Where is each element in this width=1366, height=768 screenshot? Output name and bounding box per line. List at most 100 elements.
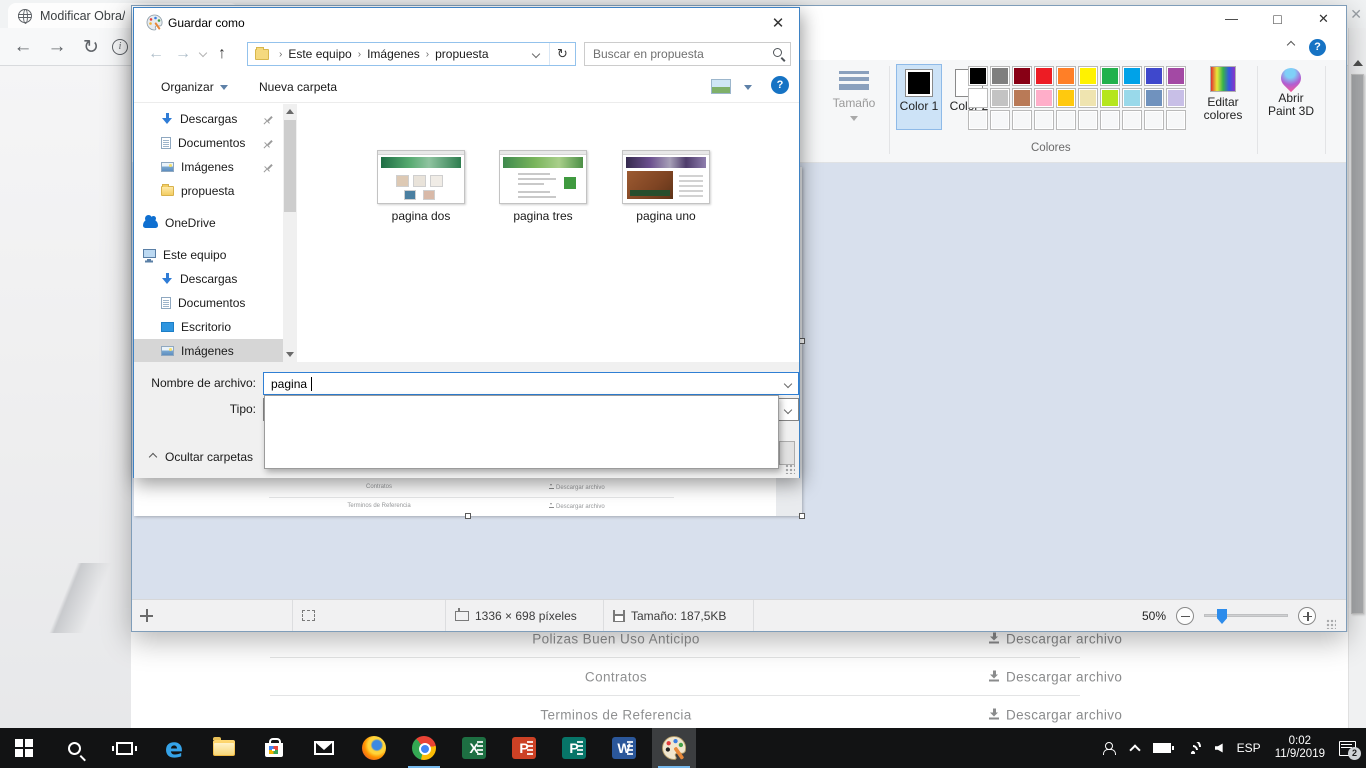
sidebar-item-onedrive[interactable]: OneDrive <box>134 211 283 235</box>
hide-folders-button[interactable]: Ocultar carpetas <box>150 450 253 464</box>
palette-swatch[interactable] <box>1100 88 1120 108</box>
organize-button[interactable]: Organizar <box>161 80 228 94</box>
paint-help-icon[interactable]: ? <box>1309 39 1326 56</box>
sidebar-item-este-equipo[interactable]: Este equipo <box>134 243 283 267</box>
palette-empty-slot[interactable] <box>1034 110 1054 130</box>
dialog-titlebar[interactable]: Guardar como ✕ <box>134 8 799 37</box>
sidebar-item-documentos[interactable]: Documentos <box>134 131 283 155</box>
size-button[interactable]: Tamaño <box>831 68 877 124</box>
palette-empty-slot[interactable] <box>1100 110 1120 130</box>
history-dropdown-icon[interactable] <box>199 49 207 57</box>
palette-swatch[interactable] <box>990 88 1010 108</box>
navigation-scrollbar[interactable] <box>283 104 297 362</box>
filename-autocomplete-dropdown[interactable] <box>264 395 779 469</box>
browser-forward-icon[interactable]: → <box>40 36 74 58</box>
scrollbar-thumb[interactable] <box>1351 74 1364 614</box>
refresh-icon[interactable]: ↻ <box>549 43 575 65</box>
palette-empty-slot[interactable] <box>1166 110 1186 130</box>
sidebar-item-imágenes[interactable]: Imágenes <box>134 155 283 179</box>
zoom-slider[interactable] <box>1204 614 1288 617</box>
resize-grip[interactable] <box>1326 619 1336 629</box>
canvas-resize-handle-bottom[interactable] <box>465 513 471 519</box>
taskbar-search-icon[interactable] <box>52 728 96 768</box>
palette-swatch[interactable] <box>1056 88 1076 108</box>
taskbar-word-icon[interactable]: W <box>602 728 646 768</box>
palette-empty-slot[interactable] <box>1056 110 1076 130</box>
breadcrumb-segment[interactable]: Este equipo <box>286 47 353 61</box>
close-icon[interactable]: ✕ <box>1301 6 1346 34</box>
palette-empty-slot[interactable] <box>1012 110 1032 130</box>
sidebar-item-descargas[interactable]: Descargas <box>134 267 283 291</box>
browser-back-icon[interactable]: ← <box>6 36 40 58</box>
clock[interactable]: 0:02 11/9/2019 <box>1275 735 1325 761</box>
browser-scrollbar[interactable] <box>1348 28 1366 728</box>
palette-swatch[interactable] <box>1100 66 1120 86</box>
edit-colors-button[interactable]: Editar colores <box>1195 66 1251 122</box>
dialog-close-icon[interactable]: ✕ <box>767 14 789 32</box>
volume-icon[interactable] <box>1215 744 1223 753</box>
zoom-out-button[interactable] <box>1176 607 1194 625</box>
color1-button[interactable]: Color 1 <box>896 64 942 130</box>
taskbar-store-icon[interactable] <box>252 728 296 768</box>
palette-swatch[interactable] <box>1166 66 1186 86</box>
maximize-icon[interactable]: □ <box>1255 6 1300 34</box>
palette-swatch[interactable] <box>1078 88 1098 108</box>
open-paint3d-button[interactable]: Abrir Paint 3D <box>1263 66 1319 118</box>
taskbar-start-icon[interactable] <box>2 728 46 768</box>
palette-swatch[interactable] <box>1012 66 1032 86</box>
taskbar-firefox-icon[interactable] <box>352 728 396 768</box>
download-link[interactable]: Descargar archivo <box>829 670 1209 685</box>
palette-empty-slot[interactable] <box>1122 110 1142 130</box>
taskbar-edge-icon[interactable]: e <box>152 728 196 768</box>
palette-swatch[interactable] <box>990 66 1010 86</box>
dialog-resize-grip[interactable] <box>785 464 795 474</box>
palette-empty-slot[interactable] <box>1144 110 1164 130</box>
sidebar-item-escritorio[interactable]: Escritorio <box>134 315 283 339</box>
palette-swatch[interactable] <box>968 66 988 86</box>
cancel-button-edge[interactable] <box>779 441 795 465</box>
new-folder-button[interactable]: Nueva carpeta <box>259 80 337 94</box>
taskbar-publisher-icon[interactable]: P <box>552 728 596 768</box>
dialog-back-icon[interactable]: ← <box>148 45 164 63</box>
palette-swatch[interactable] <box>1122 66 1142 86</box>
browser-refresh-icon[interactable]: ↻ <box>74 36 108 59</box>
palette-empty-slot[interactable] <box>1078 110 1098 130</box>
palette-swatch[interactable] <box>968 88 988 108</box>
file-item-dos[interactable]: pagina dos <box>366 150 476 223</box>
minimize-icon[interactable]: — <box>1209 6 1254 34</box>
dialog-help-icon[interactable]: ? <box>771 76 789 94</box>
breadcrumb-segment[interactable]: propuesta <box>433 47 490 61</box>
wifi-icon[interactable] <box>1185 742 1201 754</box>
dialog-forward-icon[interactable]: → <box>175 45 191 63</box>
palette-empty-slot[interactable] <box>968 110 988 130</box>
taskbar-task-view-icon[interactable] <box>102 728 146 768</box>
file-item-tres[interactable]: pagina tres <box>488 150 598 223</box>
palette-empty-slot[interactable] <box>990 110 1010 130</box>
taskbar-paint-icon[interactable] <box>652 728 696 768</box>
taskbar-excel-icon[interactable]: X <box>452 728 496 768</box>
palette-swatch[interactable] <box>1012 88 1032 108</box>
zoom-in-button[interactable] <box>1298 607 1316 625</box>
taskbar-mail-icon[interactable] <box>302 728 346 768</box>
people-icon[interactable] <box>1104 742 1117 755</box>
palette-swatch[interactable] <box>1166 88 1186 108</box>
language-indicator[interactable]: ESP <box>1237 741 1261 755</box>
zoom-slider-thumb[interactable] <box>1217 609 1227 624</box>
palette-swatch[interactable] <box>1056 66 1076 86</box>
views-dropdown-icon[interactable] <box>744 85 752 90</box>
filetype-dropdown-icon[interactable] <box>784 406 792 414</box>
scrollbar-up-icon[interactable] <box>1353 60 1363 66</box>
download-link[interactable]: Descargar archivo <box>829 708 1209 723</box>
taskbar-file-explorer-icon[interactable] <box>202 728 246 768</box>
filename-input[interactable]: pagina <box>263 372 799 395</box>
scroll-up-icon[interactable] <box>286 109 294 114</box>
palette-swatch[interactable] <box>1144 88 1164 108</box>
palette-swatch[interactable] <box>1122 88 1142 108</box>
up-folder-icon[interactable]: ↑ <box>218 45 226 63</box>
sidebar-item-descargas[interactable]: Descargas <box>134 107 283 131</box>
canvas-resize-handle-corner[interactable] <box>799 513 805 519</box>
sidebar-item-imágenes[interactable]: Imágenes <box>134 339 283 362</box>
palette-swatch[interactable] <box>1034 66 1054 86</box>
palette-swatch[interactable] <box>1144 66 1164 86</box>
breadcrumb-segment[interactable]: Imágenes <box>365 47 422 61</box>
